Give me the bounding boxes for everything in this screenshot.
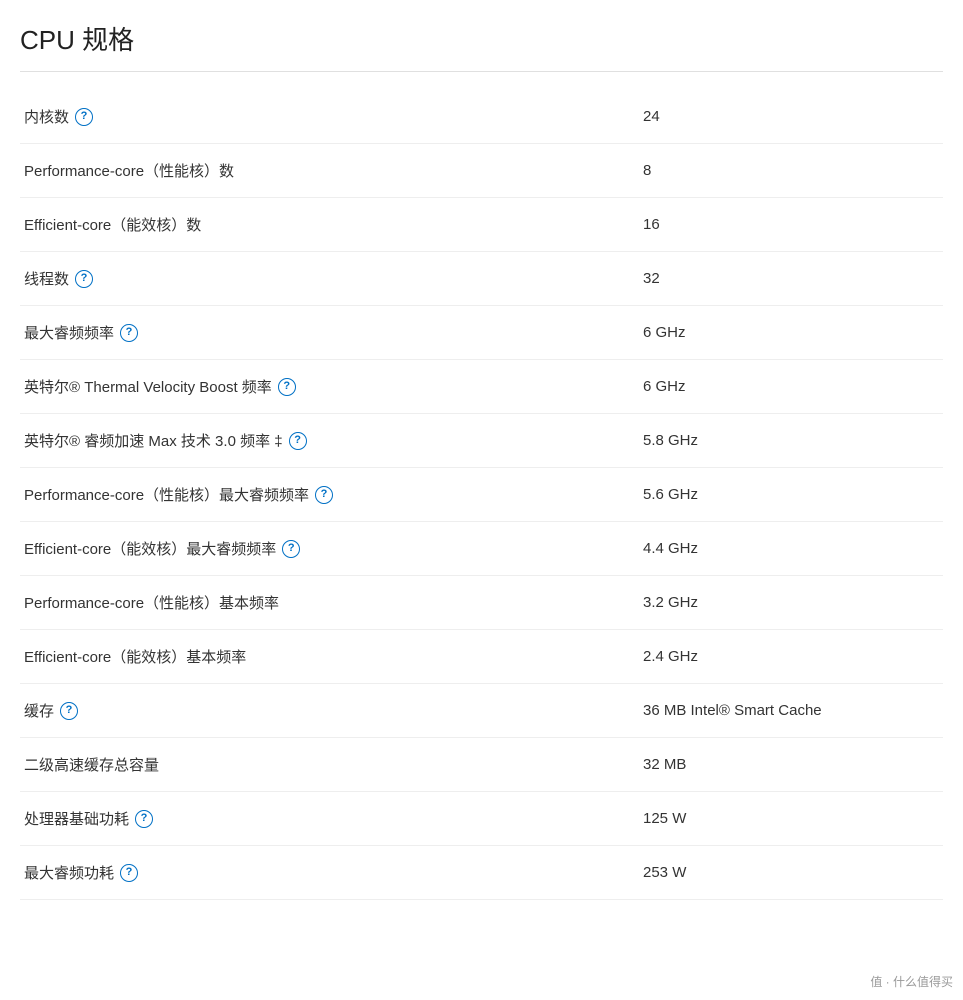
spec-label-text: Efficient-core（能效核）最大睿频频率: [24, 538, 276, 559]
table-row: 最大睿频功耗?253 W: [20, 846, 943, 900]
table-row: 英特尔® Thermal Velocity Boost 频率?6 GHz: [20, 360, 943, 414]
spec-label-text: 英特尔® Thermal Velocity Boost 频率: [24, 376, 272, 397]
help-icon[interactable]: ?: [278, 378, 296, 396]
spec-label-tvb-freq: 英特尔® Thermal Velocity Boost 频率?: [20, 376, 643, 397]
spec-table: 内核数?24Performance-core（性能核）数8Efficient-c…: [20, 90, 943, 900]
table-row: Performance-core（性能核）最大睿频频率?5.6 GHz: [20, 468, 943, 522]
spec-value-max-turbo-power: 253 W: [643, 864, 943, 881]
spec-value-base-tdp: 125 W: [643, 810, 943, 827]
spec-value-tvb-freq: 6 GHz: [643, 378, 943, 395]
spec-value-perf-core-count: 8: [643, 162, 943, 179]
spec-label-text: Performance-core（性能核）数: [24, 160, 234, 181]
spec-label-max-turbo-freq: 最大睿频频率?: [20, 322, 643, 343]
spec-label-text: 英特尔® 睿频加速 Max 技术 3.0 频率 ‡: [24, 430, 283, 451]
table-row: Performance-core（性能核）基本频率 3.2 GHz: [20, 576, 943, 630]
help-icon[interactable]: ?: [289, 432, 307, 450]
spec-value-max-turbo-freq: 6 GHz: [643, 324, 943, 341]
table-row: Performance-core（性能核）数 8: [20, 144, 943, 198]
spec-label-perf-core-count: Performance-core（性能核）数: [20, 160, 643, 181]
spec-value-perf-core-base-freq: 3.2 GHz: [643, 594, 943, 611]
spec-label-text: 最大睿频功耗: [24, 862, 114, 883]
table-row: 内核数?24: [20, 90, 943, 144]
table-row: Efficient-core（能效核）基本频率 2.4 GHz: [20, 630, 943, 684]
spec-label-tbm3-freq: 英特尔® 睿频加速 Max 技术 3.0 频率 ‡?: [20, 430, 643, 451]
table-row: Efficient-core（能效核）最大睿频频率?4.4 GHz: [20, 522, 943, 576]
spec-label-text: Performance-core（性能核）最大睿频频率: [24, 484, 309, 505]
table-row: 线程数?32: [20, 252, 943, 306]
spec-label-eff-core-count: Efficient-core（能效核）数: [20, 214, 643, 235]
spec-label-text: Efficient-core（能效核）数: [24, 214, 201, 235]
spec-label-core-count: 内核数?: [20, 106, 643, 127]
help-icon[interactable]: ?: [282, 540, 300, 558]
spec-value-core-count: 24: [643, 108, 943, 125]
spec-label-eff-core-max-freq: Efficient-core（能效核）最大睿频频率?: [20, 538, 643, 559]
help-icon[interactable]: ?: [120, 864, 138, 882]
spec-label-text: Performance-core（性能核）基本频率: [24, 592, 279, 613]
spec-label-text: Efficient-core（能效核）基本频率: [24, 646, 246, 667]
spec-label-text: 最大睿频频率: [24, 322, 114, 343]
spec-label-thread-count: 线程数?: [20, 268, 643, 289]
spec-label-base-tdp: 处理器基础功耗?: [20, 808, 643, 829]
help-icon[interactable]: ?: [60, 702, 78, 720]
spec-value-eff-core-max-freq: 4.4 GHz: [643, 540, 943, 557]
spec-label-l2-cache: 二级高速缓存总容量: [20, 754, 643, 775]
table-row: 二级高速缓存总容量 32 MB: [20, 738, 943, 792]
table-row: 缓存?36 MB Intel® Smart Cache: [20, 684, 943, 738]
table-row: 处理器基础功耗?125 W: [20, 792, 943, 846]
spec-value-cache: 36 MB Intel® Smart Cache: [643, 702, 943, 719]
help-icon[interactable]: ?: [120, 324, 138, 342]
spec-value-thread-count: 32: [643, 270, 943, 287]
spec-value-eff-core-count: 16: [643, 216, 943, 233]
spec-label-text: 内核数: [24, 106, 69, 127]
spec-label-text: 处理器基础功耗: [24, 808, 129, 829]
spec-value-eff-core-base-freq: 2.4 GHz: [643, 648, 943, 665]
help-icon[interactable]: ?: [75, 270, 93, 288]
watermark: 值 · 什么值得买: [870, 973, 953, 990]
page-title: CPU 规格: [20, 20, 943, 72]
spec-label-text: 二级高速缓存总容量: [24, 754, 159, 775]
table-row: 英特尔® 睿频加速 Max 技术 3.0 频率 ‡?5.8 GHz: [20, 414, 943, 468]
spec-value-perf-core-max-freq: 5.6 GHz: [643, 486, 943, 503]
help-icon[interactable]: ?: [135, 810, 153, 828]
spec-label-eff-core-base-freq: Efficient-core（能效核）基本频率: [20, 646, 643, 667]
spec-label-cache: 缓存?: [20, 700, 643, 721]
spec-label-text: 缓存: [24, 700, 54, 721]
table-row: Efficient-core（能效核）数 16: [20, 198, 943, 252]
spec-label-text: 线程数: [24, 268, 69, 289]
help-icon[interactable]: ?: [75, 108, 93, 126]
spec-value-l2-cache: 32 MB: [643, 756, 943, 773]
spec-value-tbm3-freq: 5.8 GHz: [643, 432, 943, 449]
help-icon[interactable]: ?: [315, 486, 333, 504]
spec-label-max-turbo-power: 最大睿频功耗?: [20, 862, 643, 883]
spec-label-perf-core-max-freq: Performance-core（性能核）最大睿频频率?: [20, 484, 643, 505]
spec-label-perf-core-base-freq: Performance-core（性能核）基本频率: [20, 592, 643, 613]
table-row: 最大睿频频率?6 GHz: [20, 306, 943, 360]
